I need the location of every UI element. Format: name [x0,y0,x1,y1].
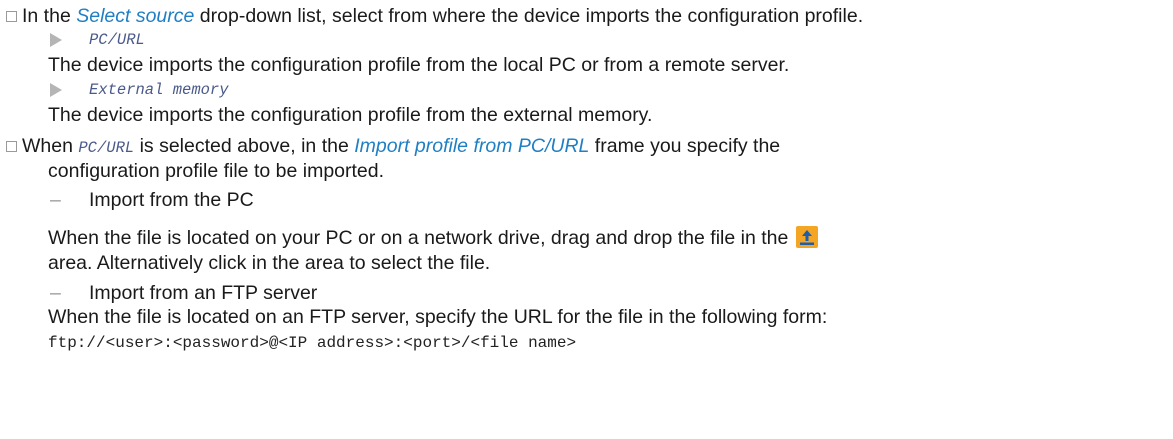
step2-mid: is selected above, in the [134,135,355,157]
import-pc-text2: area. Alternatively click in the area to… [48,252,491,274]
dash-bullet: – [50,282,61,304]
import-profile-ref: Import profile from PC/URL [354,135,590,157]
import-ftp-title: Import from an FTP server [89,282,318,304]
option-external-desc: The device imports the configuration pro… [48,104,653,126]
pcurl-code: PC/URL [78,139,135,157]
option-external-name: External memory [89,81,229,99]
import-pc-title: Import from the PC [89,189,254,211]
step2-line2: configuration profile file to be importe… [48,160,385,182]
checkbox-icon [6,11,17,22]
option-pcurl-desc: The device imports the configuration pro… [48,54,790,76]
step2-text: When PC/URL is selected above, in the Im… [22,134,780,160]
import-pc-text1-pre: When the file is located on your PC or o… [48,227,794,249]
select-source-ref: Select source [76,5,195,27]
step1-text: In the Select source drop-down list, sel… [22,4,863,28]
option-pcurl-name: PC/URL [89,31,145,49]
upload-icon [795,226,818,248]
step1-pre: In the [22,5,77,27]
ftp-url-format: ftp://<user>:<password>@<IP address>:<po… [48,334,577,352]
document: In the Select source drop-down list, sel… [0,0,1173,439]
import-pc-text1: When the file is located on your PC or o… [48,226,818,250]
import-ftp-text1: When the file is located on an FTP serve… [48,306,828,328]
step2-pre: When [22,135,79,157]
triangle-bullet-icon [50,33,62,47]
triangle-bullet-icon [50,83,62,97]
checkbox-icon [6,141,17,152]
step1-post: drop-down list, select from where the de… [194,5,864,27]
dash-bullet: – [50,189,61,211]
step2-post: frame you specify the [589,135,781,157]
